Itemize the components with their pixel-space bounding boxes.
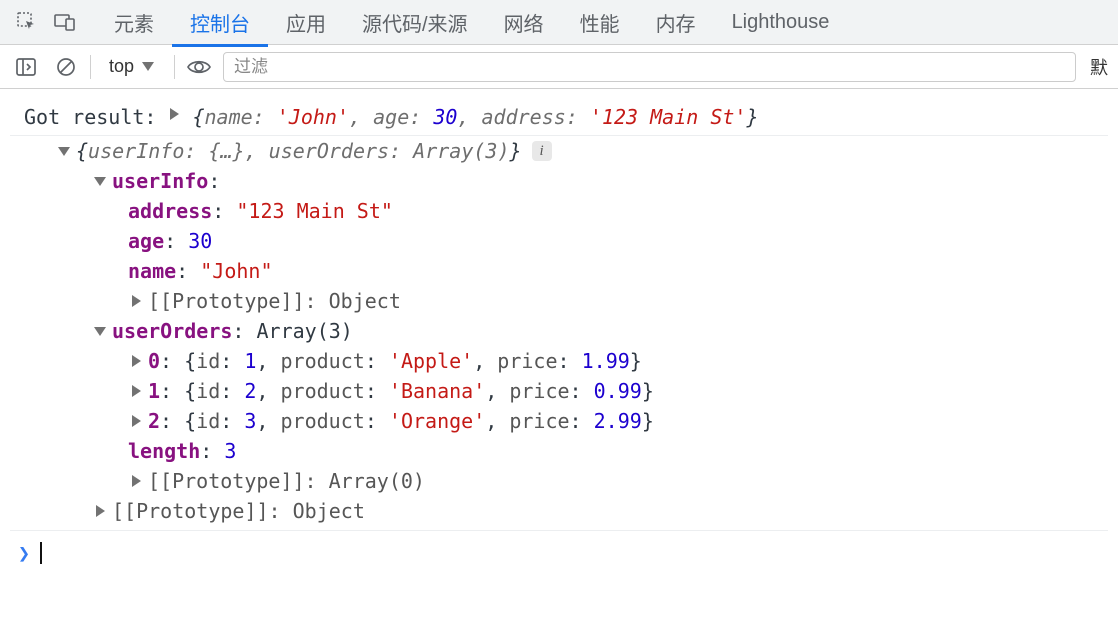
console-prompt[interactable]: ❯ xyxy=(10,530,1108,569)
text-cursor xyxy=(40,542,42,564)
panel-tabs: 元素 控制台 应用 源代码/来源 网络 性能 内存 Lighthouse xyxy=(96,0,847,47)
log-prefix: Got result: xyxy=(24,105,156,129)
devtools-tabbar: 元素 控制台 应用 源代码/来源 网络 性能 内存 Lighthouse xyxy=(0,0,1118,45)
tab-elements[interactable]: 元素 xyxy=(96,0,172,47)
tab-application[interactable]: 应用 xyxy=(268,0,344,47)
live-expression-icon[interactable] xyxy=(183,51,215,83)
toolbar-divider xyxy=(174,55,175,79)
inspect-element-icon[interactable] xyxy=(10,5,44,39)
log-row-expanded: {userInfo: {…}, userOrders: Array(3)} i … xyxy=(10,136,1108,526)
toggle-sidebar-icon[interactable] xyxy=(10,51,42,83)
context-selector[interactable]: top xyxy=(99,52,166,81)
expand-toggle[interactable] xyxy=(128,292,144,310)
object-preview[interactable]: {name: 'John', age: 30, address: '123 Ma… xyxy=(192,105,758,129)
device-toolbar-icon[interactable] xyxy=(48,5,82,39)
expand-toggle[interactable] xyxy=(92,322,108,340)
toolbar-divider xyxy=(90,55,91,79)
tab-performance[interactable]: 性能 xyxy=(562,0,638,47)
expand-toggle[interactable] xyxy=(92,172,108,190)
console-output: Got result: {name: 'John', age: 30, addr… xyxy=(0,89,1118,569)
tab-memory[interactable]: 内存 xyxy=(638,0,714,47)
context-label: top xyxy=(109,56,134,77)
expand-toggle[interactable] xyxy=(128,352,144,370)
expand-toggle[interactable] xyxy=(56,142,72,160)
log-row: Got result: {name: 'John', age: 30, addr… xyxy=(10,99,1108,136)
info-icon[interactable]: i xyxy=(532,141,552,161)
tab-sources[interactable]: 源代码/来源 xyxy=(344,0,486,47)
filter-input[interactable] xyxy=(223,52,1076,82)
truncated-label: 默 xyxy=(1084,54,1108,80)
expand-toggle[interactable] xyxy=(166,105,182,123)
tab-console[interactable]: 控制台 xyxy=(172,0,268,47)
chevron-down-icon xyxy=(140,58,156,76)
chevron-right-icon: ❯ xyxy=(18,541,30,565)
expand-toggle[interactable] xyxy=(92,502,108,520)
tab-lighthouse[interactable]: Lighthouse xyxy=(714,1,848,44)
object-summary[interactable]: {userInfo: {…}, userOrders: Array(3)} xyxy=(76,136,522,166)
tab-network[interactable]: 网络 xyxy=(486,0,562,47)
expand-toggle[interactable] xyxy=(128,382,144,400)
expand-toggle[interactable] xyxy=(128,472,144,490)
console-toolbar: top 默 xyxy=(0,45,1118,89)
clear-console-icon[interactable] xyxy=(50,51,82,83)
expand-toggle[interactable] xyxy=(128,412,144,430)
